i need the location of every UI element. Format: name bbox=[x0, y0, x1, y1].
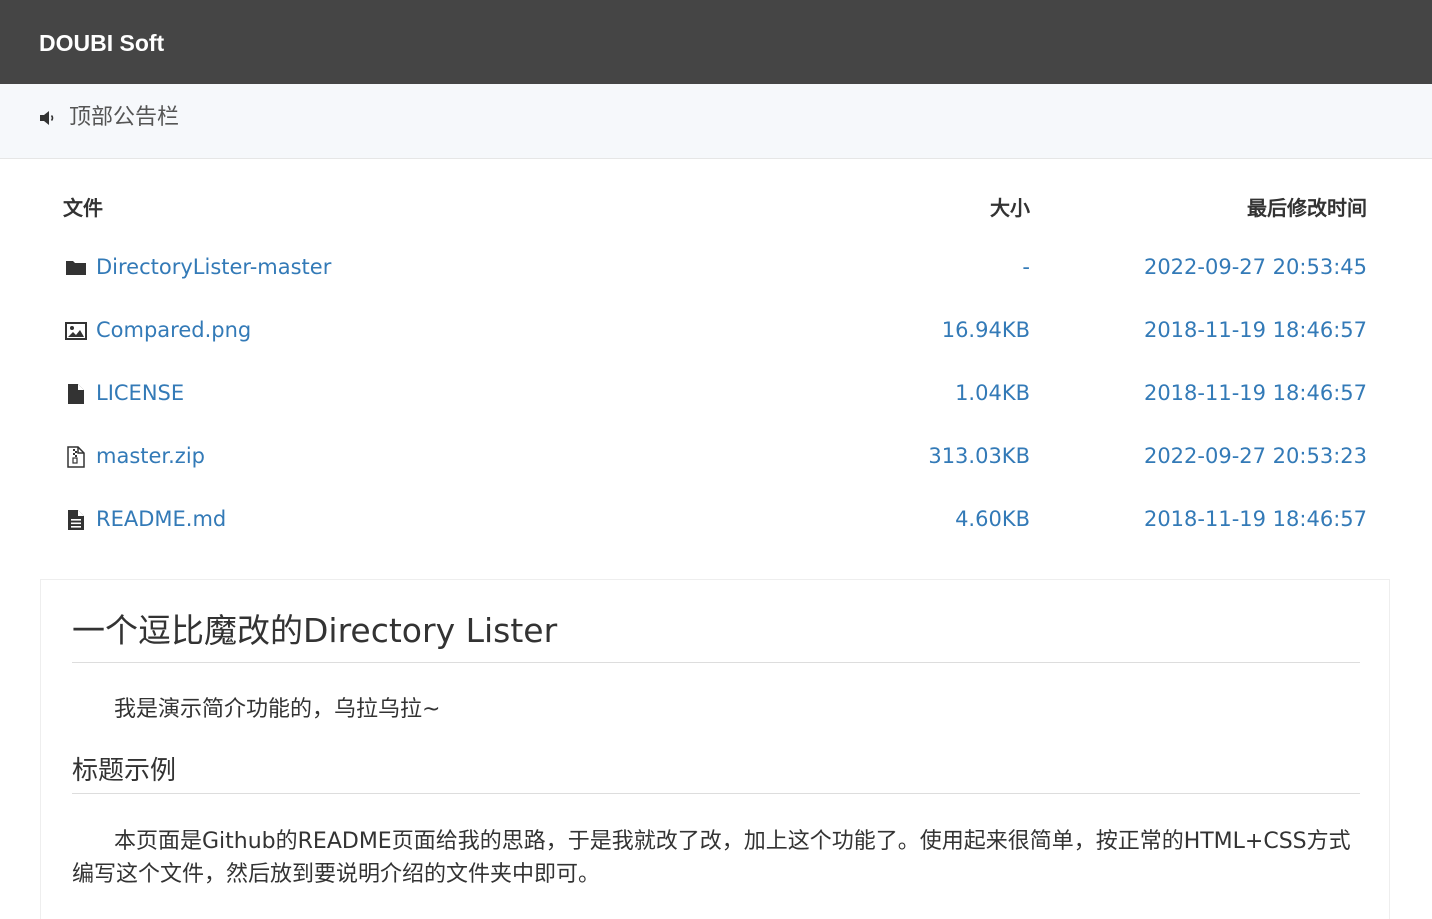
readme-panel: 一个逗比魔改的Directory Lister 我是演示简介功能的，乌拉乌拉~ … bbox=[40, 579, 1390, 919]
file-row[interactable]: master.zip 313.03KB 2022-09-27 20:53:23 bbox=[0, 432, 1432, 482]
file-name-link[interactable]: LICENSE bbox=[96, 378, 184, 408]
notice-bar bbox=[0, 84, 1432, 159]
file-size: 313.03KB bbox=[928, 444, 1030, 468]
file-modified-time: 2022-09-27 20:53:23 bbox=[1143, 444, 1367, 468]
readme-body: 本页面是Github的README页面给我的思路，于是我就改了改，加上这个功能了… bbox=[72, 829, 1351, 887]
notice-text: 顶部公告栏 bbox=[69, 105, 180, 130]
column-header-modified: 最后修改时间 bbox=[1247, 196, 1367, 220]
top-navbar: DOUBI Soft bbox=[0, 0, 1432, 84]
folder-icon bbox=[66, 261, 86, 275]
file-modified-time: 2018-11-19 18:46:57 bbox=[1143, 318, 1367, 342]
speaker-icon bbox=[40, 111, 54, 125]
file-modified-time: 2022-09-27 20:53:45 bbox=[1143, 255, 1367, 279]
file-name-link[interactable]: DirectoryLister-master bbox=[96, 252, 331, 282]
image-file-icon bbox=[65, 322, 87, 340]
file-size: 4.60KB bbox=[955, 507, 1030, 531]
file-size: 16.94KB bbox=[941, 318, 1030, 342]
file-row[interactable]: README.md 4.60KB 2018-11-19 18:46:57 bbox=[0, 495, 1432, 545]
column-header-size: 大小 bbox=[990, 196, 1030, 220]
file-modified-time: 2018-11-19 18:46:57 bbox=[1143, 507, 1367, 531]
file-row[interactable]: LICENSE 1.04KB 2018-11-19 18:46:57 bbox=[0, 369, 1432, 419]
text-file-icon bbox=[68, 510, 84, 530]
zip-file-icon bbox=[67, 446, 85, 468]
file-row[interactable]: Compared.png 16.94KB 2018-11-19 18:46:57 bbox=[0, 306, 1432, 356]
file-size: 1.04KB bbox=[955, 381, 1030, 405]
readme-heading: 标题示例 bbox=[72, 753, 1360, 794]
readme-title: 一个逗比魔改的Directory Lister bbox=[72, 610, 1360, 663]
column-header-name: 文件 bbox=[63, 196, 103, 220]
file-icon bbox=[68, 384, 84, 404]
file-name-link[interactable]: README.md bbox=[96, 504, 226, 534]
readme-intro: 我是演示简介功能的，乌拉乌拉~ bbox=[114, 697, 441, 722]
file-name-link[interactable]: master.zip bbox=[96, 441, 205, 471]
file-modified-time: 2018-11-19 18:46:57 bbox=[1143, 381, 1367, 405]
brand-link[interactable]: DOUBI Soft bbox=[39, 28, 164, 58]
file-size: - bbox=[1022, 255, 1030, 279]
file-name-link[interactable]: Compared.png bbox=[96, 315, 251, 345]
file-row[interactable]: DirectoryLister-master - 2022-09-27 20:5… bbox=[0, 243, 1432, 293]
